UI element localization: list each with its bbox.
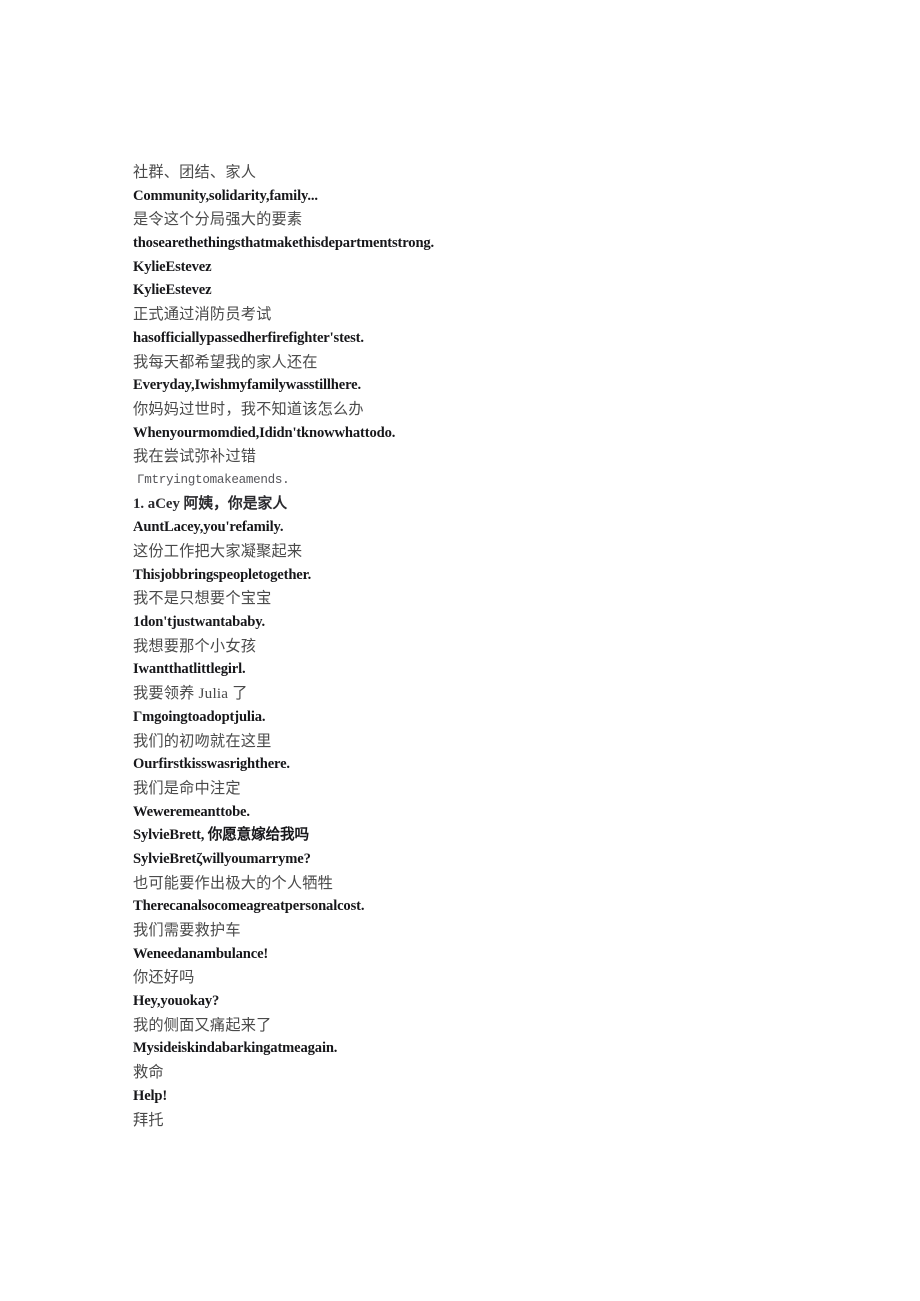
transcript-line: 1. aCey 阿姨，你是家人 <box>133 495 288 512</box>
transcript-line: 我的侧面又痛起来了 <box>133 1016 272 1034</box>
transcript-line: 我们的初吻就在这里 <box>133 732 272 750</box>
transcript-line: SylvieBrett, 你愿意嫁给我吗 <box>133 827 309 844</box>
transcript-line: 你还好吗 <box>133 969 195 987</box>
transcript-line: hasofficiallypassedherfirefighter'stest. <box>133 329 364 346</box>
transcript-line: 这份工作把大家凝聚起来 <box>133 543 303 560</box>
transcript-line: Everyday,Iwishmyfamilywasstillhere. <box>133 377 361 394</box>
transcript-line: 也可能要作出极大的个人牺牲 <box>133 874 334 892</box>
transcript-line: Thisjobbringspeopletogether. <box>133 566 312 583</box>
transcript-line: Therecanalsocomeagreatpersonalcost. <box>133 898 365 915</box>
transcript-line: 我不是只想要个宝宝 <box>133 590 272 608</box>
transcript-line: AuntLacey,you'refamily. <box>133 519 284 536</box>
transcript-line: SylvieBretζwillyoumarryme? <box>133 850 311 867</box>
transcript-line: Hey,youokay? <box>133 993 220 1010</box>
transcript-line: 救命 <box>133 1064 164 1082</box>
transcript-line: Weneedanambulance! <box>133 945 269 962</box>
transcript-line: 我在尝试弥补过错 <box>133 448 257 466</box>
transcript-line: thosearethethingsthatmakethisdepartments… <box>133 235 435 252</box>
subtitle-transcript: 社群、团结、家人 Community,solidarity,family... 是令… <box>133 161 833 1132</box>
transcript-line: Γmgoingtoadoptjulia. <box>133 708 266 725</box>
transcript-line: 我每天都希望我的家人还在 <box>133 353 318 371</box>
transcript-line: KylieEstevez <box>133 282 212 299</box>
transcript-line: 是令这个分局强大的要素 <box>133 211 303 229</box>
transcript-line: Whenyourmomdied,Ididn'tknowwhattodo. <box>133 424 396 441</box>
transcript-line: Γmtryingtomakeamends. <box>137 472 290 487</box>
transcript-line: Help! <box>133 1087 168 1104</box>
transcript-line: Weweremeanttobe. <box>133 803 250 820</box>
transcript-line: Mysideiskindabarkingatmeagain. <box>133 1040 338 1057</box>
transcript-line: 社群、团结、家人 <box>133 164 257 181</box>
transcript-line: Iwantthatlittlegirl. <box>133 661 246 678</box>
transcript-line: 我要领养 Julia 了 <box>133 685 248 703</box>
transcript-line: 1don'tjustwantababy. <box>133 614 266 631</box>
transcript-line: 正式通过消防员考试 <box>133 306 272 324</box>
transcript-line: Community,solidarity,family... <box>133 187 318 204</box>
transcript-line: Ourfirstkisswasrighthere. <box>133 756 290 773</box>
transcript-line: 你妈妈过世时，我不知道该怎么办 <box>133 400 364 418</box>
transcript-line: 我们是命中注定 <box>133 779 241 797</box>
transcript-line: 我想要那个小女孩 <box>133 637 257 655</box>
transcript-line: 我们需要救护车 <box>133 922 241 939</box>
transcript-line: KylieEstevez <box>133 258 212 275</box>
transcript-line: 拜托 <box>133 1111 164 1129</box>
